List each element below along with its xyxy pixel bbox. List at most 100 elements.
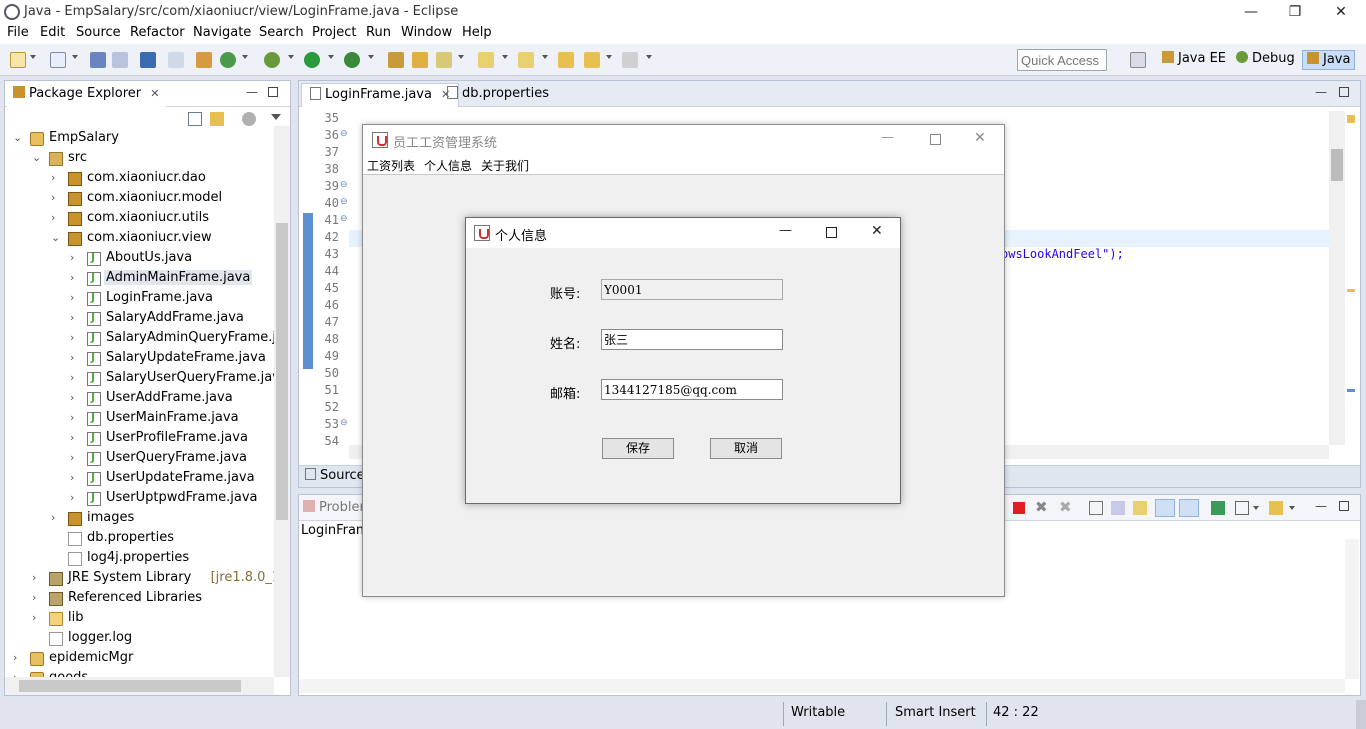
menu-about-us[interactable]: 关于我们 xyxy=(481,157,529,174)
console-icon[interactable] xyxy=(140,52,156,68)
run-icon[interactable] xyxy=(304,52,320,68)
show-console-stderr-icon[interactable] xyxy=(1179,499,1199,517)
save-button[interactable]: 保存 xyxy=(602,438,674,459)
open-perspective-icon[interactable] xyxy=(1130,52,1146,68)
chevron-right-icon[interactable]: › xyxy=(70,471,74,484)
tree-item[interactable]: › epidemicMgr xyxy=(5,649,274,669)
view-menu-icon[interactable] xyxy=(271,114,281,120)
debug-icon[interactable] xyxy=(264,52,280,68)
minimize-view-icon[interactable]: — xyxy=(1315,85,1327,99)
tree-item[interactable]: › UserQueryFrame.java xyxy=(5,449,274,469)
save-all-icon[interactable] xyxy=(112,52,128,68)
close-button[interactable]: ✕ xyxy=(1318,0,1364,24)
menu-edit[interactable]: Edit xyxy=(40,25,65,40)
scrollbar-thumb[interactable] xyxy=(19,680,241,692)
collapse-all-icon[interactable] xyxy=(188,112,202,126)
minimize-button[interactable]: — xyxy=(1228,0,1274,24)
tree-item[interactable]: › JRE System Library [jre1.8.0_191] xyxy=(5,569,274,589)
tree-item[interactable]: › LoginFrame.java xyxy=(5,289,274,309)
fold-icon[interactable]: ⊖ xyxy=(340,180,348,190)
fold-icon[interactable]: ⊖ xyxy=(340,418,348,428)
perspective-java[interactable]: Java xyxy=(1302,50,1356,70)
scroll-lock-icon[interactable] xyxy=(1111,501,1125,515)
chevron-right-icon[interactable]: › xyxy=(32,611,36,624)
link-with-editor-icon[interactable] xyxy=(210,112,224,126)
close-button[interactable]: ✕ xyxy=(871,223,883,239)
clear-console-icon[interactable] xyxy=(1089,501,1103,515)
chevron-right-icon[interactable]: › xyxy=(70,371,74,384)
warning-marker-icon[interactable] xyxy=(1347,115,1355,123)
vertical-scrollbar[interactable] xyxy=(274,126,290,677)
menu-personal-info[interactable]: 个人信息 xyxy=(424,157,472,174)
chevron-right-icon[interactable]: › xyxy=(70,251,74,264)
chevron-right-icon[interactable]: › xyxy=(32,591,36,604)
tree-item[interactable]: logger.log xyxy=(5,629,274,649)
next-annotation-icon[interactable] xyxy=(478,52,494,68)
maximize-view-icon[interactable] xyxy=(1339,501,1349,511)
account-field[interactable] xyxy=(601,279,783,300)
chevron-right-icon[interactable]: › xyxy=(70,271,74,284)
chevron-down-icon[interactable]: ⌄ xyxy=(51,231,60,244)
tree-item[interactable]: › images xyxy=(5,509,274,529)
chevron-right-icon[interactable]: › xyxy=(70,291,74,304)
tree-item[interactable]: › SalaryAddFrame.java xyxy=(5,309,274,329)
back-icon[interactable] xyxy=(584,52,600,68)
maximize-button[interactable]: ❐ xyxy=(1272,0,1318,24)
refresh-icon[interactable] xyxy=(220,52,236,68)
menu-navigate[interactable]: Navigate xyxy=(193,25,251,40)
close-icon[interactable]: ✕ xyxy=(150,87,159,100)
forward-icon[interactable] xyxy=(622,52,638,68)
chevron-down-icon[interactable] xyxy=(502,55,508,59)
minimize-button[interactable]: — xyxy=(881,130,894,145)
last-edit-icon[interactable] xyxy=(558,52,574,68)
tree-item[interactable]: › UserUpdateFrame.java xyxy=(5,469,274,489)
fold-icon[interactable]: ⊖ xyxy=(340,214,348,224)
open-type-icon[interactable] xyxy=(388,52,404,68)
chevron-right-icon[interactable]: › xyxy=(51,191,55,204)
display-console-icon[interactable] xyxy=(1235,501,1249,515)
menu-refactor[interactable]: Refactor xyxy=(130,25,185,40)
remove-all-icon[interactable]: ✖ xyxy=(1059,498,1072,516)
email-field[interactable] xyxy=(601,379,783,400)
chevron-right-icon[interactable]: › xyxy=(70,351,74,364)
skip-breakpoints-icon[interactable] xyxy=(168,52,184,68)
tree-item[interactable]: › com.xiaoniucr.dao xyxy=(5,169,274,189)
tab-problems[interactable]: Probler xyxy=(303,500,365,515)
prev-annotation-icon[interactable] xyxy=(518,52,534,68)
vertical-scrollbar[interactable] xyxy=(1345,539,1359,679)
menu-run[interactable]: Run xyxy=(366,25,391,40)
chevron-down-icon[interactable] xyxy=(242,55,248,59)
tree-item[interactable]: › UserUptpwdFrame.java xyxy=(5,489,274,509)
tree-item[interactable]: ⌄ com.xiaoniucr.view xyxy=(5,229,274,249)
chevron-down-icon[interactable]: ⌄ xyxy=(13,131,22,144)
perspective-debug[interactable]: Debug xyxy=(1232,50,1299,70)
scrollbar-thumb[interactable] xyxy=(276,223,288,520)
vertical-scrollbar[interactable] xyxy=(1329,111,1345,445)
menu-search[interactable]: Search xyxy=(259,25,304,40)
chevron-right-icon[interactable]: › xyxy=(70,431,74,444)
tree-item[interactable]: › Referenced Libraries xyxy=(5,589,274,609)
package-explorer-tab[interactable]: Package Explorer ✕ xyxy=(7,83,166,107)
tree-item[interactable]: › SalaryAdminQueryFrame.java xyxy=(5,329,274,349)
chevron-down-icon[interactable] xyxy=(1253,506,1259,510)
close-button[interactable]: ✕ xyxy=(974,130,986,146)
new-icon[interactable] xyxy=(10,52,26,68)
chevron-down-icon[interactable] xyxy=(458,55,464,59)
new-package-icon[interactable] xyxy=(50,52,66,68)
chevron-right-icon[interactable]: › xyxy=(51,511,55,524)
chevron-down-icon[interactable] xyxy=(288,55,294,59)
chevron-right-icon[interactable]: › xyxy=(51,211,55,224)
chevron-down-icon[interactable] xyxy=(72,55,78,59)
tree-item[interactable]: db.properties xyxy=(5,529,274,549)
tree-item[interactable]: › UserProfileFrame.java xyxy=(5,429,274,449)
show-console-stdout-icon[interactable] xyxy=(1155,499,1175,517)
horizontal-scrollbar[interactable] xyxy=(5,677,274,695)
filter-icon[interactable] xyxy=(242,112,256,126)
annotation-marker[interactable] xyxy=(1347,389,1355,392)
pencil-icon[interactable] xyxy=(436,52,452,68)
chevron-down-icon[interactable] xyxy=(606,55,612,59)
chevron-right-icon[interactable]: › xyxy=(13,651,17,664)
remove-launch-icon[interactable]: ✖ xyxy=(1035,498,1048,516)
menu-window[interactable]: Window xyxy=(401,25,452,40)
chevron-right-icon[interactable]: › xyxy=(70,311,74,324)
